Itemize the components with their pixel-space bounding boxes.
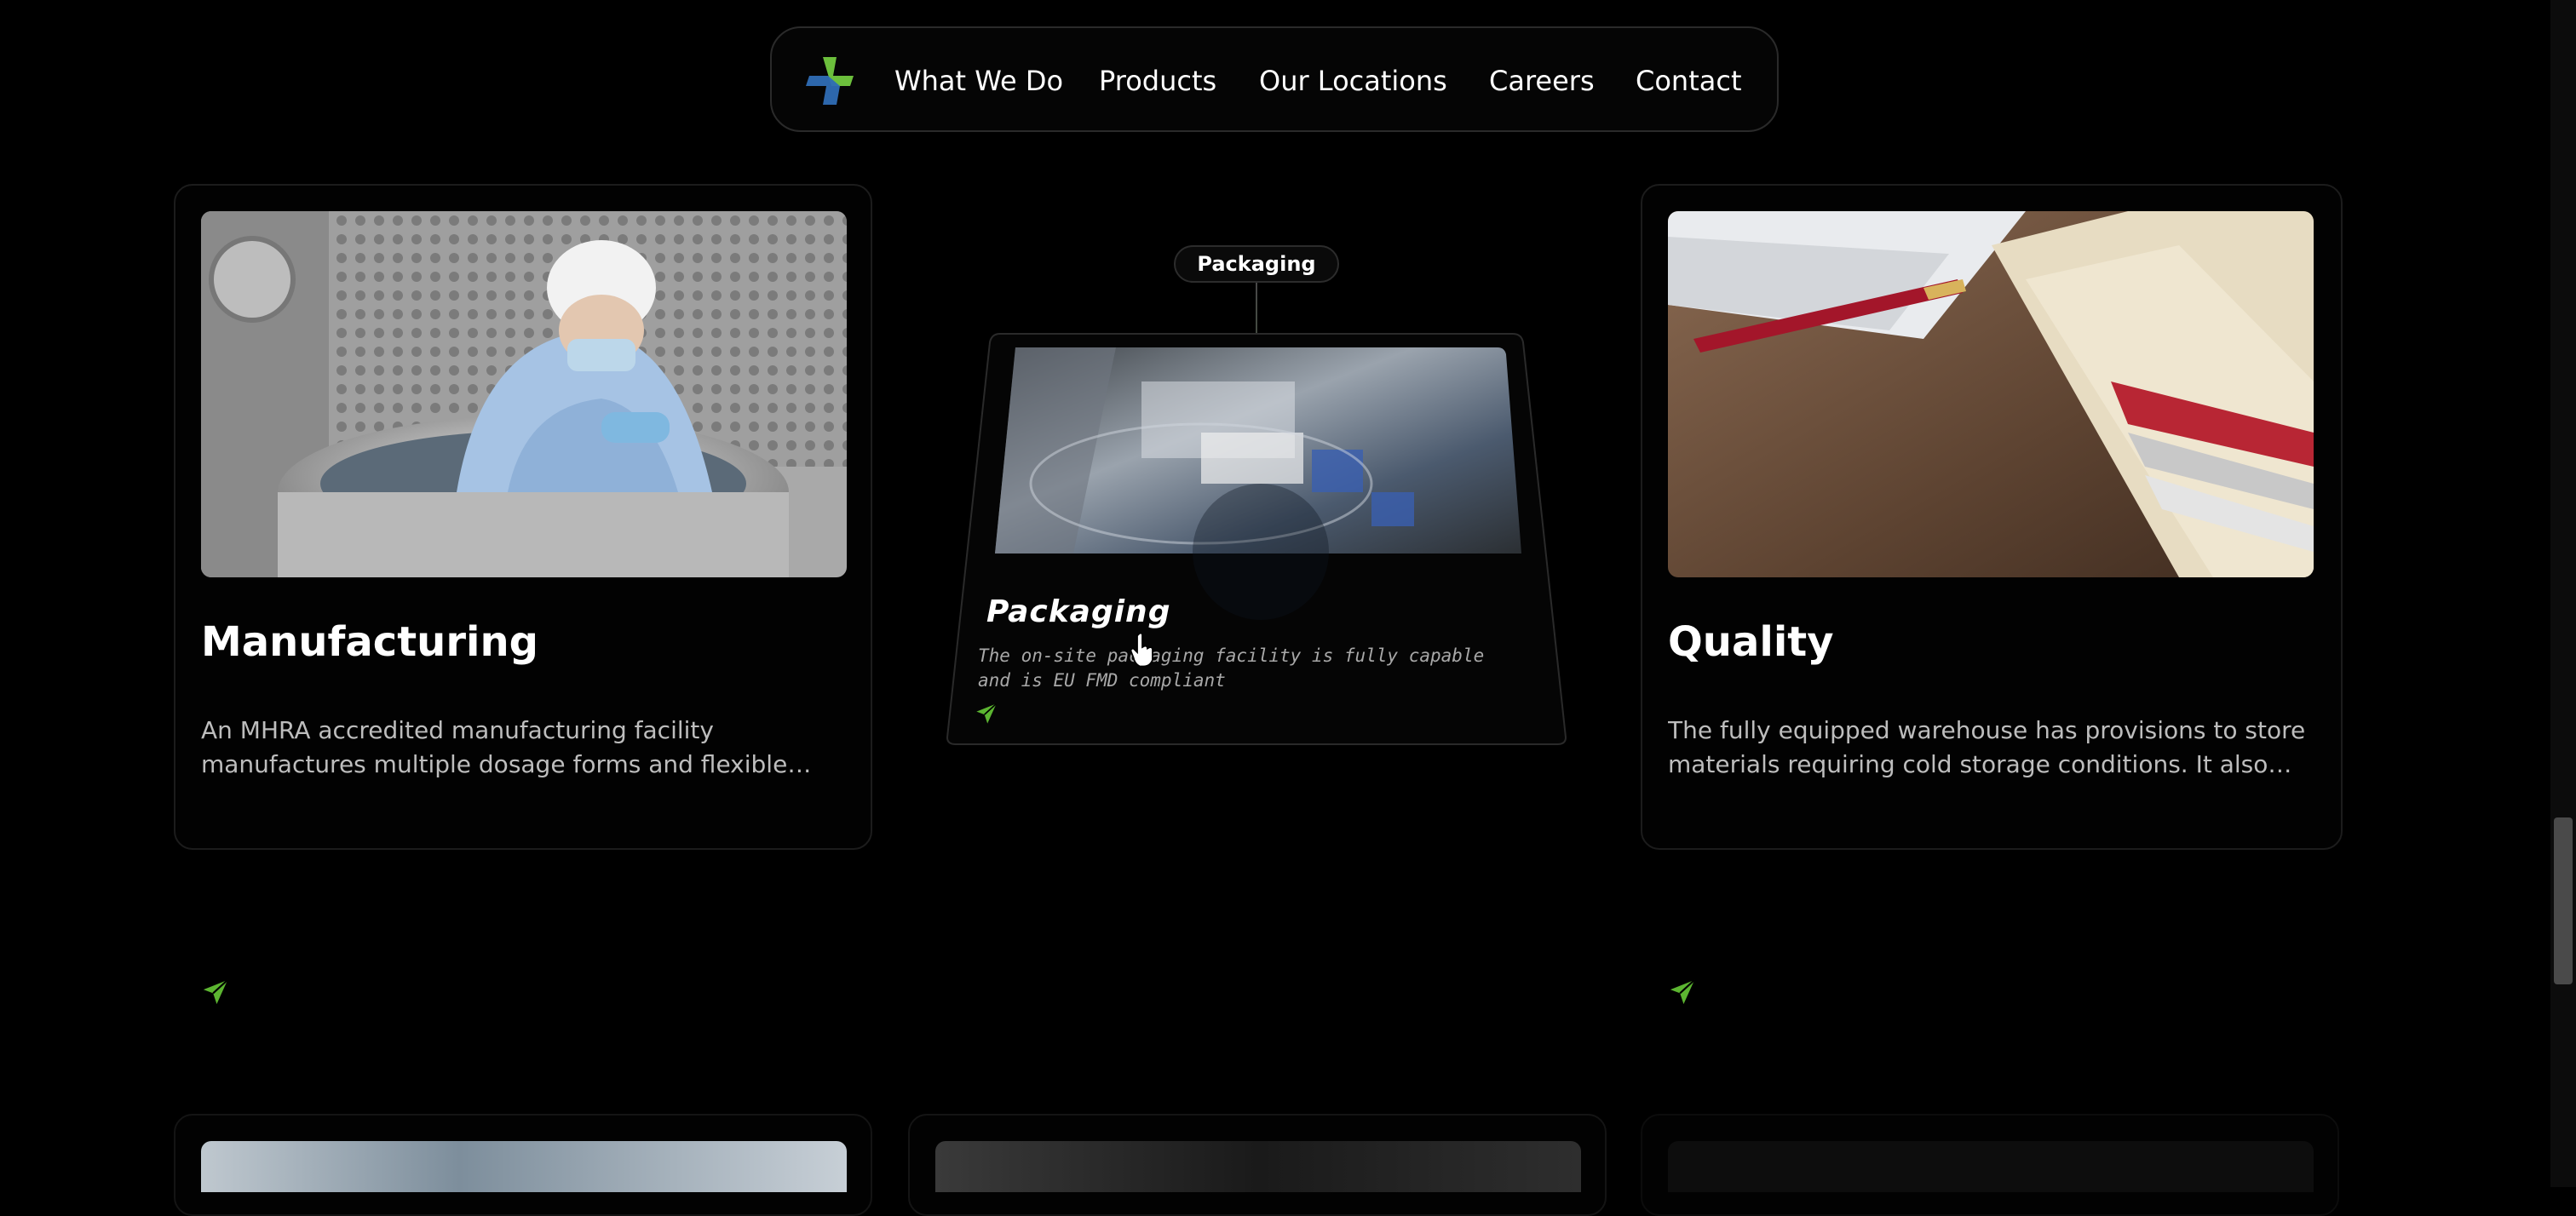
send-arrow-icon[interactable] [201,978,230,1007]
nav-our-locations[interactable]: Our Locations [1259,28,1447,134]
hand-cursor-icon [1130,632,1153,668]
manufacturing-image [201,211,847,577]
packaging-tooltip: Packaging [1174,245,1339,283]
service-card-row2-1[interactable] [174,1114,872,1216]
page-scrollbar[interactable] [2550,0,2576,1187]
card-title: Packaging [986,594,1171,629]
card-image [1668,1141,2314,1192]
top-navigation: What We Do Products Our Locations Career… [770,26,1779,132]
card-image [935,1141,1581,1192]
service-card-manufacturing[interactable]: Manufacturing An MHRA accredited manufac… [174,184,872,1005]
nav-careers[interactable]: Careers [1489,28,1595,134]
card-image [201,1141,847,1192]
card-description: The on-site packaging facility is fully … [978,645,1485,691]
card-description: An MHRA accredited manufacturing facilit… [201,716,788,778]
card-title: Manufacturing [201,618,538,666]
service-card-quality[interactable]: Quality The fully equipped warehouse has… [1641,184,2343,1005]
card-title: Quality [1668,618,1834,666]
nav-contact[interactable]: Contact [1636,28,1742,134]
send-arrow-icon[interactable] [975,702,998,726]
scrollbar-thumb[interactable] [2554,817,2573,984]
card-description: The fully equipped warehouse has provisi… [1668,716,2306,778]
quality-image [1668,211,2314,577]
send-arrow-icon[interactable] [1668,978,1697,1007]
nav-what-we-do[interactable]: What We Do [894,28,1063,134]
nav-products[interactable]: Products [1099,28,1216,134]
service-card-row2-2[interactable] [908,1114,1607,1216]
plus-logo-icon[interactable] [802,54,857,108]
service-card-row2-3[interactable] [1641,1114,2339,1216]
